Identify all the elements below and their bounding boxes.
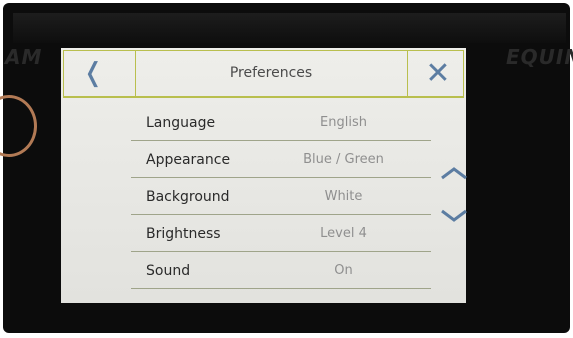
setting-value: English bbox=[320, 115, 367, 130]
setting-value: On bbox=[334, 263, 353, 278]
device-frame: AM EQUIN ❬ Preferences ✕ Language Englis… bbox=[0, 3, 573, 333]
scroll-down-button[interactable] bbox=[439, 206, 469, 226]
row-divider bbox=[131, 214, 431, 215]
setting-value: Blue / Green bbox=[303, 152, 384, 167]
setting-row-sound[interactable]: Sound On bbox=[131, 253, 431, 289]
scroll-up-button[interactable] bbox=[439, 163, 469, 183]
setting-row-background[interactable]: Background White bbox=[131, 179, 431, 215]
setting-row-language[interactable]: Language English bbox=[131, 105, 431, 141]
page-title: Preferences bbox=[229, 65, 313, 81]
setting-label: Language bbox=[146, 115, 216, 131]
setting-label: Background bbox=[146, 189, 230, 205]
close-icon: ✕ bbox=[425, 55, 451, 91]
power-button-ring[interactable] bbox=[0, 95, 37, 157]
setting-value: Level 4 bbox=[320, 226, 367, 241]
header-bottom-line bbox=[63, 96, 464, 98]
setting-row-brightness[interactable]: Brightness Level 4 bbox=[131, 216, 431, 252]
bezel-text-left: AM bbox=[5, 45, 43, 69]
chevron-down-icon bbox=[441, 209, 467, 222]
setting-label: Brightness bbox=[146, 226, 221, 242]
row-divider bbox=[131, 177, 431, 178]
bezel-text-right: EQUIN bbox=[506, 45, 573, 69]
setting-row-appearance[interactable]: Appearance Blue / Green bbox=[131, 142, 431, 178]
chevron-left-icon: ❬ bbox=[82, 58, 104, 88]
bezel-top bbox=[13, 13, 566, 43]
setting-label: Sound bbox=[146, 263, 191, 279]
setting-value: White bbox=[324, 189, 363, 204]
close-button[interactable]: ✕ bbox=[408, 50, 468, 96]
row-divider bbox=[131, 140, 431, 141]
row-divider bbox=[131, 288, 431, 289]
back-button[interactable]: ❬ bbox=[63, 50, 123, 96]
setting-label: Appearance bbox=[146, 152, 231, 168]
chevron-up-icon bbox=[441, 167, 467, 180]
touch-screen: ❬ Preferences ✕ Language English Appeara… bbox=[61, 48, 469, 303]
row-divider bbox=[131, 251, 431, 252]
